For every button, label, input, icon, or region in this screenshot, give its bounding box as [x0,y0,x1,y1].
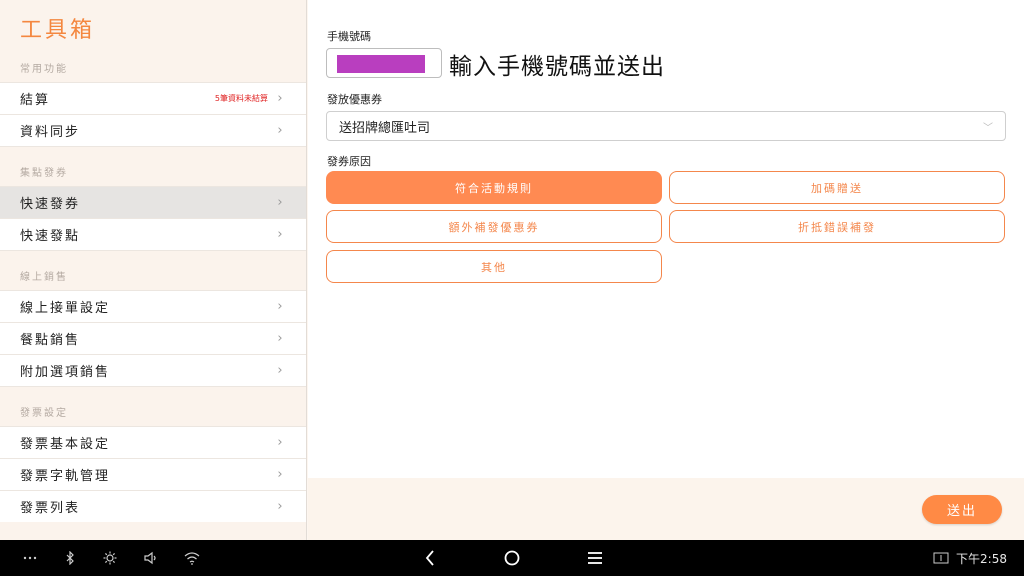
sidebar-item-label: 發票列表 [20,501,81,516]
system-nav-bar: 下午2:58 [0,540,1024,576]
chevron-right-icon: › [277,91,285,106]
section-header-invoice: 發票設定 [20,408,68,419]
sidebar-title: 工具箱 [20,18,96,43]
chevron-down-icon: ﹀ [983,122,993,134]
section-divider [0,386,306,400]
section-divider [0,146,306,160]
reason-button-bonus-gift[interactable]: 加碼贈送 [669,171,1005,204]
sidebar-item-quick-coupon[interactable]: 快速發券 › [0,186,306,218]
reason-button-discount-error[interactable]: 折抵錯誤補發 [669,210,1005,243]
bluetooth-icon[interactable] [60,540,80,576]
reason-label: 發券原因 [327,155,371,168]
screenshot-icon[interactable] [932,540,950,576]
sidebar-item-invoice-basic-settings[interactable]: 發票基本設定 › [0,426,306,458]
sidebar-item-invoice-list[interactable]: 發票列表 › [0,490,306,522]
back-icon[interactable] [420,540,440,576]
chevron-right-icon: › [277,363,285,378]
chevron-right-icon: › [277,123,285,138]
sidebar-item-label: 線上接單設定 [20,301,111,316]
sidebar-item-settlement[interactable]: 結算 5筆資料未結算 › [0,82,306,114]
coupon-label: 發放優惠券 [327,93,382,106]
sidebar-item-label: 快速發券 [20,197,81,212]
sidebar-item-label: 資料同步 [20,125,81,140]
more-icon[interactable] [20,540,40,576]
sidebar-item-label: 結算 [20,93,51,108]
clock: 下午2:58 [956,552,1007,566]
phone-hint: 輸入手機號碼並送出 [449,54,665,80]
coupon-select-value: 送招牌總匯吐司 [339,120,431,136]
chevron-right-icon: › [277,467,285,482]
sidebar-item-label: 附加選項銷售 [20,365,111,380]
recents-icon[interactable] [585,540,605,576]
sidebar: 工具箱 常用功能 結算 5筆資料未結算 › 資料同步 › 集點發券 快速發券 ›… [0,0,307,540]
sidebar-item-online-order-settings[interactable]: 線上接單設定 › [0,290,306,322]
reason-button-other[interactable]: 其他 [326,250,662,283]
sidebar-item-label: 發票基本設定 [20,437,111,452]
section-divider [0,250,306,264]
sidebar-item-label: 快速發點 [20,229,81,244]
chevron-right-icon: › [277,499,285,514]
volume-icon[interactable] [141,540,161,576]
chevron-right-icon: › [277,331,285,346]
phone-input[interactable] [326,48,442,78]
footer-bar: 送出 [308,478,1024,540]
chevron-right-icon: › [277,435,285,450]
home-icon[interactable] [501,540,523,576]
phone-label: 手機號碼 [327,30,371,43]
coupon-select[interactable]: 送招牌總匯吐司 ﹀ [326,111,1006,141]
section-header-online-sales: 線上銷售 [20,272,68,283]
chevron-right-icon: › [277,299,285,314]
redacted-phone-value [337,55,425,73]
sidebar-item-invoice-track-management[interactable]: 發票字軌管理 › [0,458,306,490]
reason-button-extra-coupon[interactable]: 額外補發優惠券 [326,210,662,243]
section-header-common: 常用功能 [20,64,68,75]
send-button[interactable]: 送出 [922,495,1002,524]
chevron-right-icon: › [277,227,285,242]
reason-button-meets-rules[interactable]: 符合活動規則 [326,171,662,204]
section-header-points: 集點發券 [20,168,68,179]
wifi-icon[interactable] [181,540,203,576]
sidebar-item-addon-sales[interactable]: 附加選項銷售 › [0,354,306,386]
sidebar-item-meal-sales[interactable]: 餐點銷售 › [0,322,306,354]
main-panel: 手機號碼 輸入手機號碼並送出 發放優惠券 送招牌總匯吐司 ﹀ 發券原因 符合活動… [308,0,1024,478]
sidebar-item-label: 餐點銷售 [20,333,81,348]
chevron-right-icon: › [277,195,285,210]
sidebar-item-label: 發票字軌管理 [20,469,111,484]
sidebar-item-data-sync[interactable]: 資料同步 › [0,114,306,146]
brightness-icon[interactable] [100,540,120,576]
unsettled-badge: 5筆資料未結算 [214,94,268,103]
sidebar-item-quick-points[interactable]: 快速發點 › [0,218,306,250]
